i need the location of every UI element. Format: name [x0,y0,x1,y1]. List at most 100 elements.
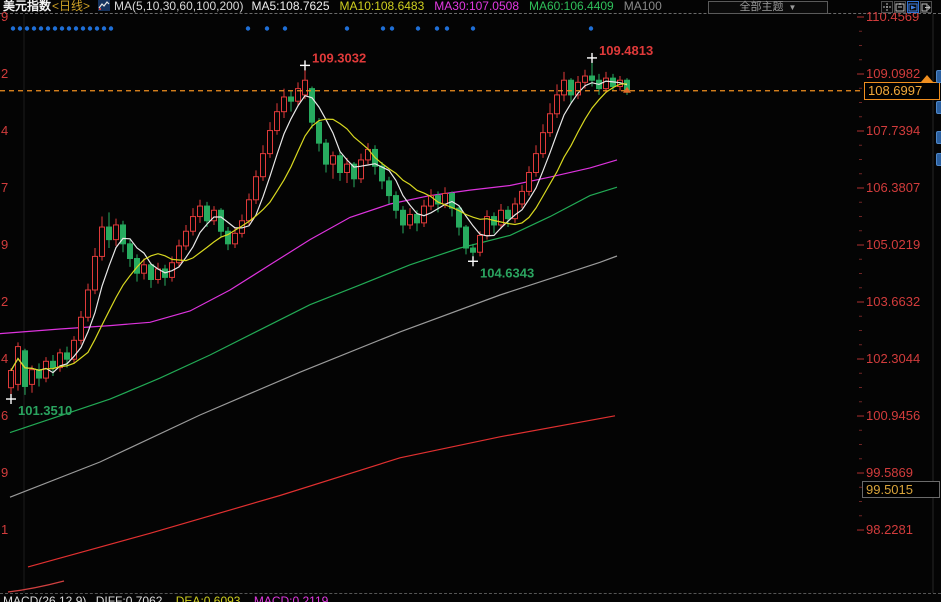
play-chart-icon[interactable] [907,1,919,13]
candle[interactable] [310,87,315,129]
candle[interactable] [37,363,42,386]
symbol-name: 美元指数 [3,0,51,13]
event-dot-icon[interactable] [46,26,50,30]
clipped-panel-icon[interactable] [936,153,941,166]
candle[interactable] [429,189,434,210]
candle[interactable] [331,152,336,179]
candle[interactable] [149,263,154,288]
candle[interactable] [541,124,546,158]
candle[interactable] [23,349,28,395]
candle[interactable] [338,152,343,181]
left-axis-clipped-digit: 2 [1,66,8,81]
event-dot-icon[interactable] [445,26,449,30]
candle[interactable] [527,166,532,195]
candle[interactable] [184,225,189,250]
candle[interactable] [499,204,504,229]
candle[interactable] [366,143,371,164]
clipped-panel-icon[interactable] [936,101,941,114]
candle[interactable] [219,208,224,237]
event-dot-icon[interactable] [32,26,36,30]
candle[interactable] [282,89,287,118]
event-dot-icon[interactable] [74,26,78,30]
candle[interactable] [520,185,525,208]
candle[interactable] [359,154,364,183]
candle[interactable] [170,256,175,281]
event-dot-icon[interactable] [25,26,29,30]
crosshair-icon[interactable] [881,1,893,13]
event-dot-icon[interactable] [435,26,439,30]
event-dot-icon[interactable] [589,26,593,30]
candle[interactable] [387,177,392,204]
candle[interactable] [226,227,231,250]
event-dot-icon[interactable] [60,26,64,30]
event-dot-icon[interactable] [53,26,57,30]
candle[interactable] [317,118,322,152]
candle[interactable] [464,225,469,254]
candle[interactable] [548,103,553,137]
candle[interactable] [450,191,455,216]
event-dot-icon[interactable] [416,26,420,30]
theme-dropdown[interactable]: 全部主题 ▼ [708,1,828,14]
candle[interactable] [128,240,133,267]
candle[interactable] [79,311,84,345]
candle[interactable] [268,122,273,158]
candle[interactable] [394,191,399,218]
event-dot-icon[interactable] [381,26,385,30]
candle[interactable] [121,221,126,252]
candle[interactable] [303,65,308,99]
candle[interactable] [254,170,259,204]
candle[interactable] [289,91,294,112]
event-dot-icon[interactable] [11,26,15,30]
event-dot-icon[interactable] [67,26,71,30]
chevron-down-icon: ▼ [789,2,797,13]
candle[interactable] [534,145,539,176]
clipped-panel-icon[interactable] [936,131,941,144]
event-dot-icon[interactable] [88,26,92,30]
candle[interactable] [72,336,77,363]
candle[interactable] [562,72,567,101]
candle[interactable] [30,365,35,392]
candle[interactable] [107,212,112,248]
candle[interactable] [261,145,266,181]
candle[interactable] [100,217,105,261]
event-dot-icon[interactable] [390,26,394,30]
event-dot-icon[interactable] [81,26,85,30]
event-dot-icon[interactable] [109,26,113,30]
axis-scale-icon[interactable] [894,1,906,13]
event-dot-icon[interactable] [39,26,43,30]
event-dot-icon[interactable] [265,26,269,30]
candle[interactable] [296,82,301,105]
exit-right-icon[interactable] [920,1,932,13]
event-dot-icon[interactable] [102,26,106,30]
candle[interactable] [114,219,119,246]
candle[interactable] [408,208,413,229]
candle[interactable] [555,84,560,118]
event-dot-icon[interactable] [345,26,349,30]
candle[interactable] [93,248,98,294]
event-dot-icon[interactable] [471,26,475,30]
candle[interactable] [198,200,203,223]
event-dot-icon[interactable] [18,26,22,30]
candle[interactable] [16,342,21,390]
candle[interactable] [513,198,518,223]
event-dot-icon[interactable] [283,26,287,30]
candle[interactable] [275,103,280,134]
candle[interactable] [156,263,161,284]
candle[interactable] [177,240,182,267]
candle[interactable] [86,284,91,322]
candle[interactable] [492,212,497,233]
candle[interactable] [163,265,168,286]
candle[interactable] [422,200,427,227]
candle[interactable] [324,139,329,173]
price-up-triangle-icon [921,75,933,82]
ma60-value: MA60:106.4409 [529,0,614,13]
candlestick-chart[interactable]: 109.3032109.4813104.6343101.3510 [0,0,941,602]
candle[interactable] [212,206,217,225]
candle[interactable] [373,145,378,174]
event-dot-icon[interactable] [246,26,250,30]
clipped-panel-icon[interactable] [936,70,941,83]
candle[interactable] [401,206,406,233]
mini-chart-icon [98,0,110,14]
candle[interactable] [191,208,196,235]
event-dot-icon[interactable] [95,26,99,30]
